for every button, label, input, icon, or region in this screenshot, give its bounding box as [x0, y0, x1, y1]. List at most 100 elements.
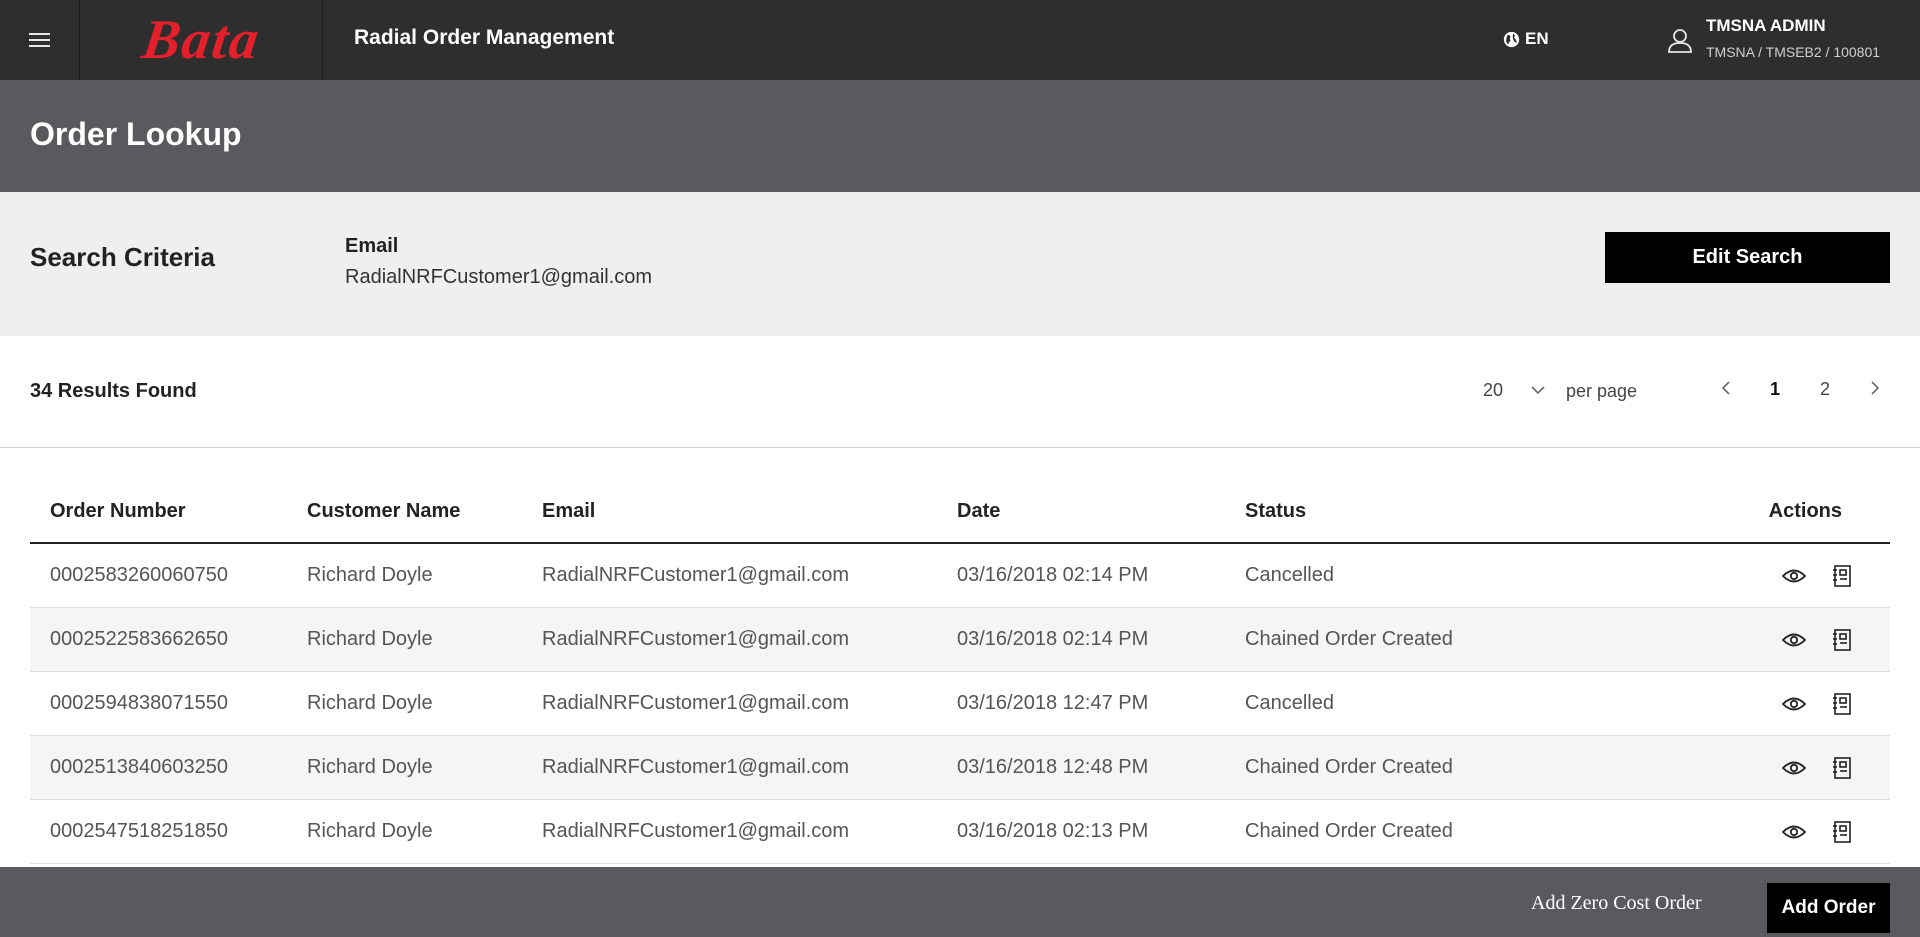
cell-customer-name: Richard Doyle	[307, 692, 433, 714]
cell-actions	[1685, 692, 1890, 715]
add-order-button[interactable]: Add Order	[1767, 883, 1890, 933]
cell-order-number: 0002513840603250	[50, 756, 228, 778]
results-bar: 34 Results Found 20 per page 1 2	[0, 336, 1920, 448]
view-order-button[interactable]	[1782, 632, 1806, 648]
cell-customer-name: Richard Doyle	[307, 564, 433, 586]
cell-email: RadialNRFCustomer1@gmail.com	[542, 820, 850, 842]
receipt-icon	[1833, 756, 1851, 779]
cell-status: Chained Order Created	[1245, 756, 1453, 778]
user-info: TMSNA ADMIN TMSNA / TMSEB2 / 100801	[1706, 16, 1880, 60]
cell-status: Cancelled	[1245, 564, 1334, 586]
footer-bar: Add Zero Cost Order Add Order	[0, 867, 1920, 937]
chevron-right-icon	[1870, 381, 1879, 395]
eye-icon	[1782, 761, 1806, 774]
column-header-customer-name[interactable]: Customer Name	[307, 500, 542, 523]
cell-status: Cancelled	[1245, 692, 1334, 714]
eye-icon	[1782, 569, 1806, 582]
search-criteria-panel: Search Criteria Email RadialNRFCustomer1…	[0, 192, 1920, 336]
cell-date: 03/16/2018 02:13 PM	[957, 820, 1149, 842]
results-count: 34 Results Found	[30, 380, 197, 402]
user-menu[interactable]: TMSNA ADMIN TMSNA / TMSEB2 / 100801	[1666, 16, 1880, 60]
cell-status: Chained Order Created	[1245, 820, 1453, 842]
order-receipt-button[interactable]	[1832, 628, 1852, 651]
cell-actions	[1685, 628, 1890, 651]
table-row[interactable]: 0002547518251850 Richard Doyle RadialNRF…	[30, 800, 1890, 864]
user-context: TMSNA / TMSEB2 / 100801	[1706, 44, 1881, 60]
menu-button[interactable]	[0, 0, 80, 80]
cell-email: RadialNRFCustomer1@gmail.com	[542, 692, 850, 714]
table-header: Order Number Customer Name Email Date St…	[30, 480, 1890, 544]
hamburger-icon	[29, 29, 50, 51]
cell-date: 03/16/2018 02:14 PM	[957, 564, 1149, 586]
eye-icon	[1782, 697, 1806, 710]
view-order-button[interactable]	[1782, 824, 1806, 840]
eye-icon	[1782, 633, 1806, 646]
criteria-field-value: RadialNRFCustomer1@gmail.com	[345, 266, 653, 288]
language-selector[interactable]: EN	[1503, 29, 1549, 49]
table-row[interactable]: 0002583260060750 Richard Doyle RadialNRF…	[30, 544, 1890, 608]
column-header-date[interactable]: Date	[957, 500, 1245, 523]
page-title: Order Lookup	[30, 116, 242, 152]
cell-date: 03/16/2018 02:14 PM	[957, 628, 1149, 650]
eye-icon	[1782, 825, 1806, 838]
column-header-status[interactable]: Status	[1245, 500, 1685, 523]
cell-date: 03/16/2018 12:48 PM	[957, 756, 1149, 778]
cell-actions	[1685, 820, 1890, 843]
cell-email: RadialNRFCustomer1@gmail.com	[542, 564, 850, 586]
column-header-actions: Actions	[1768, 499, 1842, 522]
cell-order-number: 0002547518251850	[50, 820, 228, 842]
per-page-select[interactable]: 20	[1483, 380, 1545, 401]
view-order-button[interactable]	[1782, 696, 1806, 712]
per-page-value: 20	[1483, 380, 1504, 400]
cell-order-number: 0002594838071550	[50, 692, 228, 714]
page-header: Order Lookup	[0, 80, 1920, 192]
add-zero-cost-order-link[interactable]: Add Zero Cost Order	[1531, 892, 1702, 915]
table-row[interactable]: 0002513840603250 Richard Doyle RadialNRF…	[30, 736, 1890, 800]
next-page-button[interactable]	[1850, 379, 1900, 400]
user-name: TMSNA ADMIN	[1706, 16, 1826, 35]
table-body: 0002583260060750 Richard Doyle RadialNRF…	[30, 544, 1890, 864]
cell-customer-name: Richard Doyle	[307, 628, 433, 650]
page-2-button[interactable]: 2	[1800, 379, 1850, 400]
cell-customer-name: Richard Doyle	[307, 820, 433, 842]
order-receipt-button[interactable]	[1832, 692, 1852, 715]
table-row[interactable]: 0002594838071550 Richard Doyle RadialNRF…	[30, 672, 1890, 736]
orders-table: Order Number Customer Name Email Date St…	[30, 480, 1890, 864]
cell-actions	[1685, 756, 1890, 779]
cell-email: RadialNRFCustomer1@gmail.com	[542, 756, 850, 778]
globe-icon	[1503, 31, 1520, 47]
criteria-field-label: Email	[345, 235, 399, 257]
pagination: 1 2	[1700, 379, 1900, 400]
cell-customer-name: Richard Doyle	[307, 756, 433, 778]
order-receipt-button[interactable]	[1832, 564, 1852, 587]
cell-email: RadialNRFCustomer1@gmail.com	[542, 628, 850, 650]
view-order-button[interactable]	[1782, 568, 1806, 584]
search-criteria-title: Search Criteria	[30, 242, 215, 272]
cell-order-number: 0002583260060750	[50, 564, 228, 586]
view-order-button[interactable]	[1782, 760, 1806, 776]
receipt-icon	[1833, 820, 1851, 843]
receipt-icon	[1833, 628, 1851, 651]
logo-text: Bata	[138, 9, 265, 71]
page-1-button[interactable]: 1	[1750, 379, 1800, 400]
receipt-icon	[1833, 564, 1851, 587]
column-header-email[interactable]: Email	[542, 500, 957, 523]
per-page-label: per page	[1566, 381, 1638, 401]
prev-page-button[interactable]	[1700, 379, 1750, 400]
chevron-left-icon	[1721, 381, 1730, 395]
edit-search-button[interactable]: Edit Search	[1605, 232, 1890, 283]
logo[interactable]: Bata	[81, 0, 323, 80]
receipt-icon	[1833, 692, 1851, 715]
cell-actions	[1685, 564, 1890, 587]
cell-order-number: 0002522583662650	[50, 628, 228, 650]
order-receipt-button[interactable]	[1832, 820, 1852, 843]
chevron-down-icon	[1531, 386, 1545, 395]
user-icon	[1668, 29, 1692, 53]
cell-status: Chained Order Created	[1245, 628, 1453, 650]
language-label: EN	[1525, 29, 1549, 48]
top-bar: Bata Radial Order Management EN TMSNA AD…	[0, 0, 1920, 80]
column-header-order-number[interactable]: Order Number	[30, 500, 307, 523]
order-receipt-button[interactable]	[1832, 756, 1852, 779]
app-title: Radial Order Management	[354, 26, 615, 49]
table-row[interactable]: 0002522583662650 Richard Doyle RadialNRF…	[30, 608, 1890, 672]
